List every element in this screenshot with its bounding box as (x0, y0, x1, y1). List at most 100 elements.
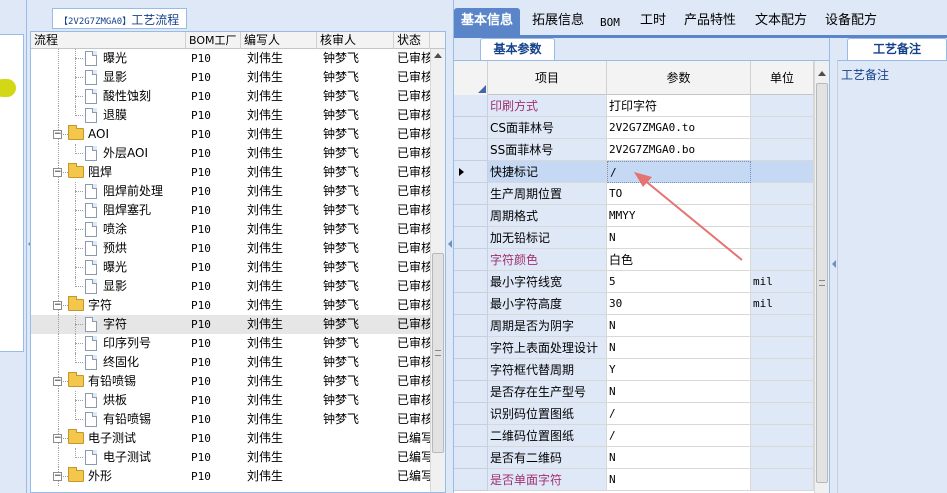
param-row[interactable]: 生产周期位置 TO (454, 183, 814, 205)
tree-node[interactable]: 显影 P10 刘伟生 钟梦飞 已审核 (31, 277, 430, 296)
tree-node-folder[interactable]: − 电子测试 P10 刘伟生 已编写 (31, 429, 430, 448)
row-indicator[interactable] (454, 161, 488, 183)
select-all-corner-icon[interactable] (478, 85, 486, 93)
row-indicator[interactable] (454, 205, 488, 227)
tab-basic-info[interactable]: 基本信息 (454, 8, 521, 36)
param-row[interactable]: 字符颜色 白色 (454, 249, 814, 271)
scrollbar-thumb[interactable] (432, 253, 444, 453)
param-row[interactable]: 识别码位置图纸 / (454, 403, 814, 425)
param-row[interactable]: 印刷方式 打印字符 (454, 95, 814, 117)
column-header-unit[interactable]: 单位 (751, 61, 814, 95)
param-value-field[interactable]: N (607, 315, 751, 337)
collapse-node-icon[interactable]: − (53, 377, 62, 386)
collapse-node-icon[interactable]: − (53, 472, 62, 481)
tree-node[interactable]: 终固化 P10 刘伟生 钟梦飞 已审核 (31, 353, 430, 372)
tree-node[interactable]: 酸性蚀刻 P10 刘伟生 钟梦飞 已审核 (31, 87, 430, 106)
collapse-node-icon[interactable]: − (53, 301, 62, 310)
param-row[interactable]: 是否单面字符 N (454, 469, 814, 491)
process-notes-box[interactable]: 工艺备注 (837, 60, 947, 493)
row-indicator[interactable] (454, 183, 488, 205)
column-header-bom[interactable]: BOM工厂 (186, 32, 241, 49)
column-header-status[interactable]: 状态 (394, 32, 430, 49)
scroll-up-icon[interactable] (818, 71, 826, 76)
tab-text-recipe[interactable]: 文本配方 (755, 11, 807, 31)
row-indicator[interactable] (454, 447, 488, 469)
tree-node[interactable]: 烘板 P10 刘伟生 钟梦飞 已审核 (31, 391, 430, 410)
tree-node[interactable]: 字符 P10 刘伟生 钟梦飞 已审核 (31, 315, 430, 334)
param-row[interactable]: 最小字符高度 30 mil (454, 293, 814, 315)
param-row[interactable]: 周期格式 MMYY (454, 205, 814, 227)
column-header-value[interactable]: 参数 (607, 61, 751, 95)
params-grid[interactable]: 项目 参数 单位 印刷方式 打印字符 CS面菲林号 2V2G7ZMGA0.to SS面菲… (454, 60, 829, 493)
row-indicator[interactable] (454, 227, 488, 249)
scroll-up-icon[interactable] (434, 53, 442, 58)
column-header-writer[interactable]: 编写人 (241, 32, 317, 49)
tab-product-characteristics[interactable]: 产品特性 (684, 11, 736, 31)
row-indicator[interactable] (454, 425, 488, 447)
tree-node-folder[interactable]: − 外形 P10 刘伟生 已编写 (31, 467, 430, 486)
param-value-field[interactable]: N (607, 381, 751, 403)
column-header-process[interactable]: 流程 (31, 32, 186, 49)
tab-basic-params[interactable]: 基本参数 (480, 38, 555, 60)
tree-node-folder[interactable]: − 有铅喷锡 P10 刘伟生 钟梦飞 已审核 (31, 372, 430, 391)
param-value-field[interactable]: 2V2G7ZMGA0.to (607, 117, 751, 139)
tree-node[interactable]: 曝光 P10 刘伟生 钟梦飞 已审核 (31, 49, 430, 68)
tab-equipment-recipe[interactable]: 设备配方 (825, 11, 877, 31)
param-value-field[interactable]: 5 (607, 271, 751, 293)
row-indicator[interactable] (454, 293, 488, 315)
tree-panel-title-tab[interactable]: 【2V2G7ZMGA0】工艺流程 (52, 8, 188, 29)
collapse-node-icon[interactable]: − (53, 130, 62, 139)
tree-node[interactable]: 电子测试 P10 刘伟生 已编写 (31, 448, 430, 467)
param-row[interactable]: CS面菲林号 2V2G7ZMGA0.to (454, 117, 814, 139)
collapse-tree-icon[interactable] (448, 240, 452, 248)
param-value-field[interactable]: / (607, 161, 751, 183)
param-row[interactable]: 字符框代替周期 Y (454, 359, 814, 381)
row-indicator[interactable] (454, 359, 488, 381)
row-indicator[interactable] (454, 337, 488, 359)
row-indicator[interactable] (454, 95, 488, 117)
param-row[interactable]: 是否存在生产型号 N (454, 381, 814, 403)
param-value-field[interactable]: 30 (607, 293, 751, 315)
tree-node-folder[interactable]: − AOI P10 刘伟生 钟梦飞 已审核 (31, 125, 430, 144)
param-value-field[interactable]: N (607, 469, 751, 491)
param-value-field[interactable]: Y (607, 359, 751, 381)
process-tree-grid[interactable]: 流程 BOM工厂 编写人 核审人 状态 曝光 P10 刘伟生 钟梦飞 已审核 显影 P10 刘… (30, 31, 446, 493)
row-indicator[interactable] (454, 249, 488, 271)
tree-scrollbar[interactable] (430, 49, 445, 492)
param-row[interactable]: 是否有二维码 N (454, 447, 814, 469)
tree-node[interactable]: 阻焊塞孔 P10 刘伟生 钟梦飞 已审核 (31, 201, 430, 220)
row-indicator[interactable] (454, 315, 488, 337)
param-row[interactable]: 加无铅标记 N (454, 227, 814, 249)
tab-process-notes[interactable]: 工艺备注 (847, 38, 947, 60)
tree-node[interactable]: 显影 P10 刘伟生 钟梦飞 已审核 (31, 68, 430, 87)
param-value-field[interactable]: N (607, 447, 751, 469)
params-scrollbar[interactable] (814, 61, 829, 493)
collapse-node-icon[interactable]: − (53, 434, 62, 443)
param-value-field[interactable]: TO (607, 183, 751, 205)
tab-extended-info[interactable]: 拓展信息 (532, 11, 584, 31)
tree-node[interactable]: 喷涂 P10 刘伟生 钟梦飞 已审核 (31, 220, 430, 239)
column-header-reviewer[interactable]: 核审人 (317, 32, 394, 49)
tree-node[interactable]: 预烘 P10 刘伟生 钟梦飞 已审核 (31, 239, 430, 258)
param-row[interactable]: 周期是否为阴字 N (454, 315, 814, 337)
param-row[interactable]: SS面菲林号 2V2G7ZMGA0.bo (454, 139, 814, 161)
row-indicator[interactable] (454, 381, 488, 403)
param-value-field[interactable]: 2V2G7ZMGA0.bo (607, 139, 751, 161)
tree-splitter[interactable] (446, 0, 454, 493)
tree-node[interactable]: 有铅喷锡 P10 刘伟生 钟梦飞 已审核 (31, 410, 430, 429)
param-value-field[interactable]: N (607, 227, 751, 249)
column-header-item[interactable]: 项目 (488, 61, 607, 95)
row-indicator[interactable] (454, 139, 488, 161)
tab-work-hours[interactable]: 工时 (640, 11, 666, 31)
param-value-field[interactable]: MMYY (607, 205, 751, 227)
right-splitter[interactable] (829, 38, 837, 493)
tree-node-folder[interactable]: − 字符 P10 刘伟生 钟梦飞 已审核 (31, 296, 430, 315)
scrollbar-thumb[interactable] (816, 83, 828, 483)
param-value-field[interactable]: / (607, 403, 751, 425)
param-value-field[interactable]: N (607, 337, 751, 359)
param-value-field[interactable]: / (607, 425, 751, 447)
row-indicator[interactable] (454, 403, 488, 425)
param-value-field[interactable]: 打印字符 (607, 95, 751, 117)
tree-node-folder[interactable]: − 阻焊 P10 刘伟生 钟梦飞 已审核 (31, 163, 430, 182)
param-row[interactable]: 最小字符线宽 5 mil (454, 271, 814, 293)
